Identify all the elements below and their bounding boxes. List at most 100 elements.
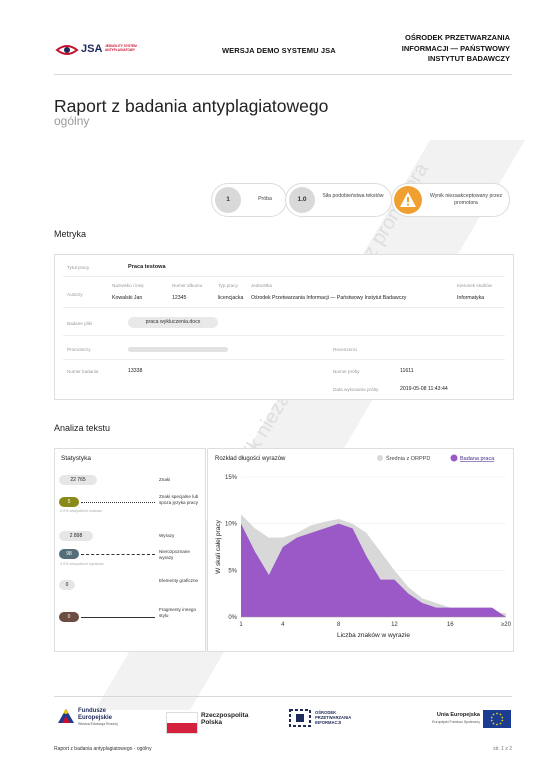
jsa-logo: JSA JEDNOLITY SYSTEM ANTYPLAGIATOWY: [55, 40, 165, 60]
tytul-label: Tytuł pracy: [67, 265, 90, 270]
ue-text: Unia Europejska: [436, 712, 480, 718]
stat-graficzne-value: 0: [59, 580, 75, 590]
y-tick-label: 10%: [225, 522, 238, 528]
page-title: Raport z badania antyplagiatowego: [54, 96, 329, 116]
footer-divider: [54, 696, 512, 697]
stat-nierozpoznane-note: 3.0% wszystkich wyrazów: [60, 562, 104, 566]
stat-special-line: [81, 502, 155, 503]
page-subtitle: ogólny: [54, 114, 90, 128]
page-number: str. 1 z 2: [493, 746, 512, 752]
proba-pill: 1 Próba: [211, 183, 287, 217]
y-tick-label: 0%: [228, 615, 237, 621]
header-center-text: WERSJA DEMO SYSTEMU JSA: [222, 46, 336, 55]
stat-graficzne-label: Elementy graficzne: [159, 578, 199, 583]
numer-badania-value: 13338: [128, 368, 143, 374]
chart-card: Rozkład długości wyrazów Średnia z ORPPD B…: [207, 448, 514, 652]
stat-wyrazy-label: Wyrazy: [159, 533, 175, 538]
file-chip[interactable]: praca wykluczenia.docx: [128, 317, 218, 328]
metryka-row-divider: [63, 359, 505, 360]
legend-swatch-avg: [377, 455, 383, 461]
header-divider: [54, 74, 512, 75]
stat-nierozpoznane-label: Nierozpoznane wyrazy: [159, 549, 190, 560]
col-kierunek: Kierunek studiów: [457, 283, 492, 288]
stat-special-label: Znaki specjalne lub spoza języka pracy: [159, 494, 199, 505]
metryka-card: Tytuł pracy Praca testowa Autorzy Nazwis…: [54, 254, 514, 400]
numer-proby-label: Numer próby: [333, 369, 360, 374]
y-tick-label: 15%: [225, 475, 238, 481]
footer-doc-name: Raport z badania antyplagiatowego - ogól…: [54, 746, 152, 752]
x-tick-label: 12: [391, 622, 398, 628]
data-value: 2019-05-08 11:43:44: [400, 386, 448, 392]
fundusze-text: Fundusze Europejskie: [78, 708, 113, 721]
header-institution: OŚRODEK PRZETWARZANIA INFORMACJI — PAŃST…: [401, 33, 510, 63]
recenzenci-label: Recenzenci: [333, 347, 358, 352]
fundusze-subtext: Wiedza Edukacja Rozwój: [78, 722, 118, 726]
eu-funds-logo-icon: [56, 707, 76, 725]
autorzy-label: Autorzy: [67, 292, 83, 297]
stat-wyrazy-value: 2 898: [59, 531, 93, 541]
jednostka-value: Ośrodek Przetwarzania Informacji — Państ…: [251, 295, 407, 301]
similarity-value: 1.0: [289, 187, 315, 213]
numer-badania-label: Numer badania: [67, 369, 99, 374]
stat-znaki-label: Znaki: [159, 477, 171, 482]
stat-znaki-value: 22 765: [59, 475, 97, 485]
eu-flag-icon: [483, 710, 511, 728]
col-typ: Typ pracy: [218, 283, 238, 288]
metryka-heading: Metryka: [54, 229, 87, 239]
stat-styl-line: [81, 617, 155, 618]
nazwisko-value: Kowalski Jan: [112, 295, 143, 301]
stat-special-value: 5: [59, 497, 79, 507]
analiza-heading: Analiza tekstu: [54, 423, 111, 433]
y-axis-label: W skali całej pracy: [215, 519, 222, 574]
numer-proby-value: 11611: [400, 368, 414, 374]
pliki-label: Badane pliki: [67, 321, 93, 326]
statystyka-card: Statystyka 22 765 Znaki 5 Znaki specjaln…: [54, 448, 206, 652]
result-label: Wynik niezaakceptowany przez promotora: [429, 193, 503, 206]
x-tick-label: 8: [337, 622, 341, 628]
warning-icon: [394, 186, 422, 214]
x-tick-label: 16: [447, 622, 454, 628]
x-tick-label: 1: [239, 622, 243, 628]
promotorzy-label: Promotorzy: [67, 347, 91, 352]
tytul-value: Praca testowa: [128, 264, 166, 270]
col-nazwisko: Nazwisko i imię: [112, 283, 144, 288]
logo-subtext: JEDNOLITY SYSTEM ANTYPLAGIATOWY: [105, 44, 137, 52]
statystyka-title: Statystyka: [61, 455, 91, 462]
report-page: Wynik niezaakceptowany przez promotora J…: [0, 0, 547, 773]
similarity-pill: 1.0 Siła podobieństwa tekstów: [285, 183, 392, 217]
jsa-logo-icon: [55, 45, 79, 55]
metryka-row-divider: [63, 307, 505, 308]
y-tick-label: 5%: [228, 568, 237, 574]
metryka-row-divider: [63, 335, 505, 336]
col-jednostka: Jednostka: [251, 283, 272, 288]
proba-value: 1: [215, 187, 241, 213]
proba-label: Próba: [258, 196, 272, 202]
stat-nierozpoznane-value: 98: [59, 549, 79, 559]
promotor-redacted: [128, 347, 228, 352]
similarity-label: Siła podobieństwa tekstów: [322, 193, 384, 199]
stat-special-note: 0.0% wszystkich znaków: [60, 509, 102, 513]
col-album: Numer albumu: [172, 283, 203, 288]
legend-swatch-praca: [450, 454, 458, 462]
result-pill: Wynik niezaakceptowany przez promotora: [391, 183, 510, 217]
album-value: 12345: [172, 295, 187, 301]
logo-text: JSA: [81, 43, 103, 55]
metryka-row-divider: [63, 276, 505, 277]
x-tick-label: ≥20: [501, 622, 512, 628]
legend-label-avg: Średnia z ORPPD: [386, 454, 430, 462]
kierunek-value: Informatyka: [457, 295, 485, 301]
stat-styl-label: Fragmenty innego stylu: [159, 607, 197, 618]
legend-label-praca: Badana praca: [460, 456, 495, 462]
stat-styl-value: 0: [59, 612, 79, 622]
opi-logo-icon: [288, 708, 312, 728]
x-tick-label: 4: [281, 622, 285, 628]
data-label: Data wykonania próby: [333, 387, 379, 392]
ue-subtext: Europejski Fundusz Społeczny: [432, 720, 480, 724]
chart-title: Rozkład długości wyrazów: [215, 456, 286, 462]
stat-nierozpoznane-line: [81, 554, 155, 555]
polish-flag-icon: [166, 712, 198, 734]
opi-text: OŚRODEK PRZETWARZANIA INFORMACJI: [315, 710, 352, 725]
rp-text: Rzeczpospolita Polska: [201, 712, 249, 726]
word-length-chart: Rozkład długości wyrazów Średnia z ORPPD B…: [215, 454, 512, 639]
x-axis-label: Liczba znaków w wyrazie: [337, 632, 410, 639]
